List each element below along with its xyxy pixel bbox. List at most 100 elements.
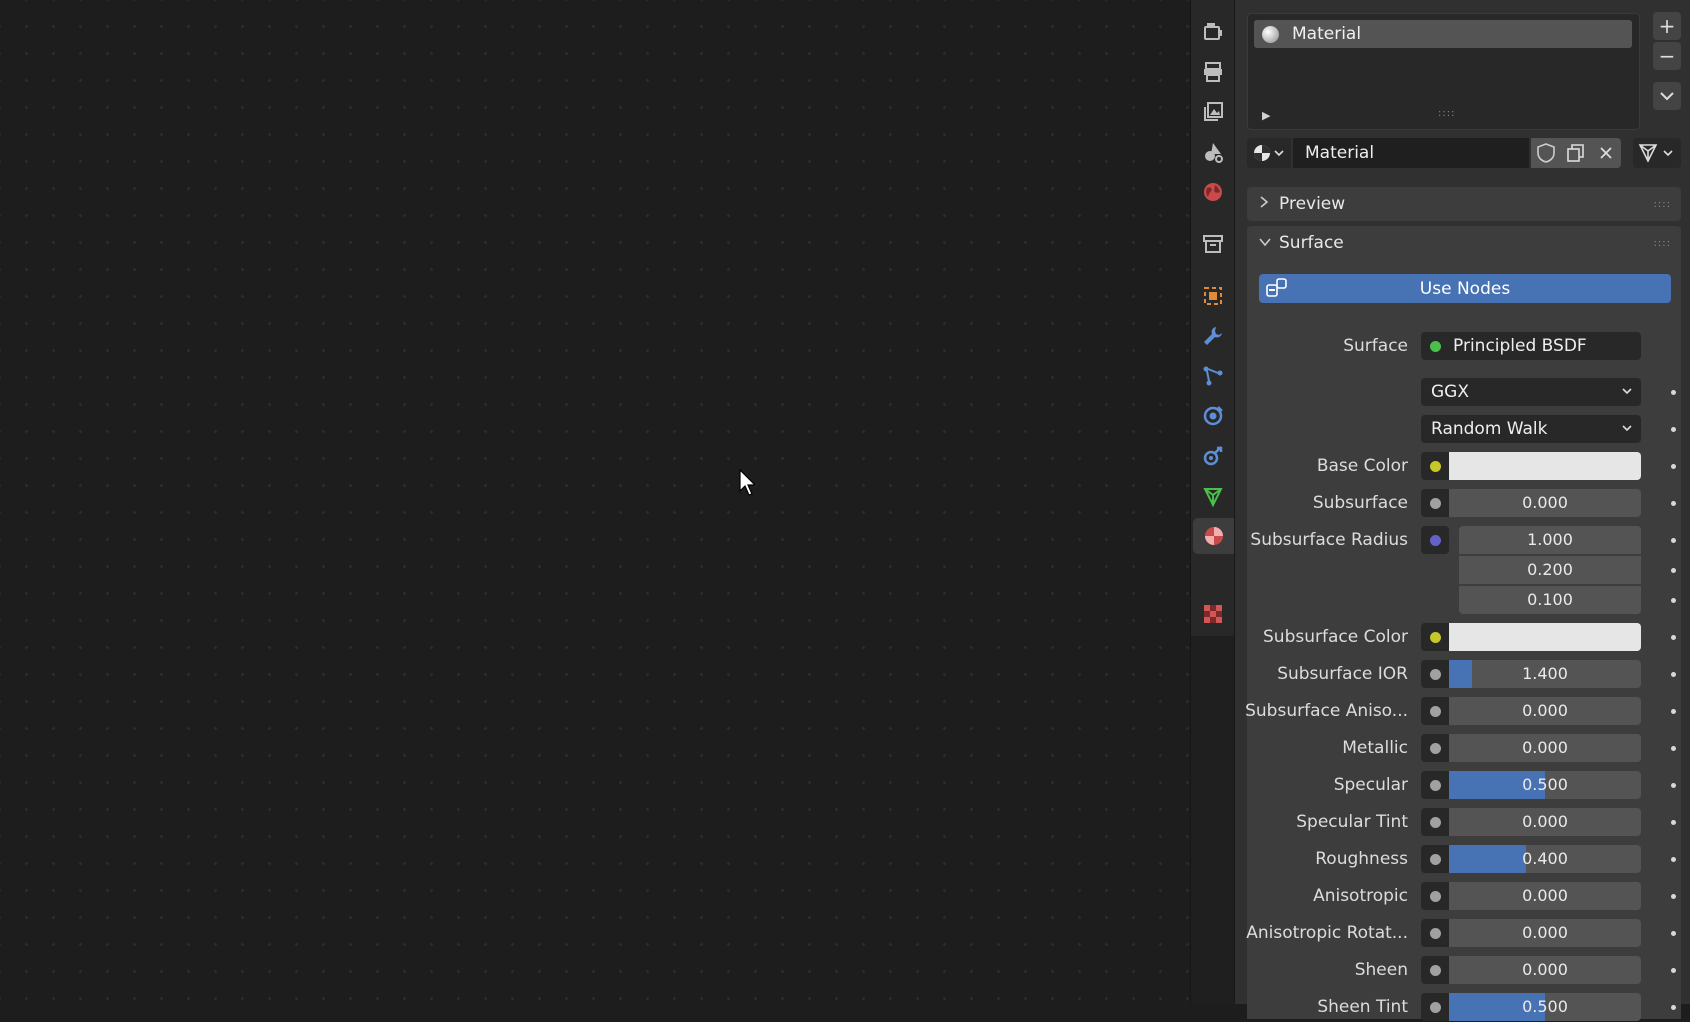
socket-link-button[interactable] — [1421, 660, 1449, 688]
subsurface-method-dropdown[interactable]: Random Walk — [1421, 415, 1641, 443]
remove-slot-button[interactable]: − — [1653, 42, 1681, 70]
tab-constraints[interactable] — [1195, 438, 1231, 474]
keyframe-dot[interactable] — [1671, 464, 1676, 469]
socket-link-button[interactable] — [1421, 956, 1449, 984]
tab-world[interactable] — [1195, 174, 1231, 210]
keyframe-dot[interactable] — [1671, 894, 1676, 899]
keyframe-dot[interactable] — [1671, 783, 1676, 788]
use-nodes-label: Use Nodes — [1419, 278, 1511, 299]
tab-particles[interactable] — [1195, 358, 1231, 394]
subsurface-radius-y-field[interactable]: 0.200 — [1459, 556, 1641, 584]
add-slot-button[interactable]: + — [1653, 12, 1681, 40]
tab-output[interactable] — [1195, 54, 1231, 90]
specular-tint-slider[interactable]: 0.000 — [1449, 808, 1641, 836]
socket-link-button[interactable] — [1421, 734, 1449, 762]
anisotropic-rotation-row: Anisotropic Rotat... 0.000 — [1246, 918, 1681, 948]
keyframe-dot[interactable] — [1671, 1005, 1676, 1010]
keyframe-dot[interactable] — [1671, 931, 1676, 936]
drag-grip-icon[interactable]: :::: — [1654, 238, 1671, 249]
subsurface-radius-row: Subsurface Radius 1.000 — [1247, 525, 1681, 555]
keyframe-dot[interactable] — [1671, 635, 1676, 640]
keyframe-dot[interactable] — [1671, 427, 1676, 432]
output-icon — [1204, 62, 1222, 82]
surface-shader-field[interactable]: Principled BSDF — [1421, 332, 1641, 360]
use-nodes-button[interactable]: Use Nodes — [1259, 274, 1671, 303]
sheen-slider[interactable]: 0.000 — [1449, 956, 1641, 984]
browse-material-button[interactable] — [1247, 138, 1291, 168]
tab-collection[interactable] — [1195, 226, 1231, 262]
tab-modifiers[interactable] — [1195, 318, 1231, 354]
tab-physics[interactable] — [1195, 398, 1231, 434]
tab-render[interactable] — [1195, 14, 1231, 50]
unlink-material-button[interactable] — [1591, 138, 1621, 168]
subsurface-aniso-slider[interactable]: 0.000 — [1449, 697, 1641, 725]
material-slot-item[interactable]: Material — [1254, 20, 1632, 48]
socket-link-button[interactable] — [1421, 623, 1449, 651]
keyframe-dot[interactable] — [1671, 968, 1676, 973]
drag-grip-icon[interactable]: :::: — [1654, 199, 1671, 210]
keyframe-dot[interactable] — [1671, 746, 1676, 751]
roughness-slider[interactable]: 0.400 — [1449, 845, 1641, 873]
tab-material[interactable] — [1193, 518, 1235, 554]
resize-grip[interactable]: :::: — [1438, 108, 1455, 119]
specular-label: Specular — [1333, 775, 1408, 795]
slot-specials-button[interactable] — [1653, 82, 1681, 110]
surface-shader-value: Principled BSDF — [1453, 336, 1587, 356]
subsurface-slider[interactable]: 0.000 — [1449, 489, 1641, 517]
socket-link-button[interactable] — [1421, 489, 1449, 517]
distribution-dropdown[interactable]: GGX — [1421, 378, 1641, 406]
keyframe-dot[interactable] — [1671, 390, 1676, 395]
metallic-slider[interactable]: 0.000 — [1449, 734, 1641, 762]
specular-slider[interactable]: 0.500 — [1449, 771, 1641, 799]
socket-link-button[interactable] — [1421, 845, 1449, 873]
socket-link-button[interactable] — [1421, 993, 1449, 1021]
socket-link-button[interactable] — [1421, 697, 1449, 725]
socket-link-button[interactable] — [1421, 882, 1449, 910]
anisotropic-slider[interactable]: 0.000 — [1449, 882, 1641, 910]
sheen-tint-value: 0.500 — [1522, 997, 1568, 1016]
keyframe-dot[interactable] — [1671, 857, 1676, 862]
subsurface-color-swatch[interactable] — [1449, 623, 1641, 651]
subsurface-ior-slider[interactable]: 1.400 — [1449, 660, 1641, 688]
duplicate-material-button[interactable] — [1561, 138, 1591, 168]
tab-object[interactable] — [1195, 278, 1231, 314]
anisotropic-rotation-value: 0.000 — [1522, 923, 1568, 942]
base-color-swatch[interactable] — [1449, 452, 1641, 480]
keyframe-dot[interactable] — [1671, 820, 1676, 825]
keyframe-dot[interactable] — [1671, 598, 1676, 603]
keyframe-dot[interactable] — [1671, 568, 1676, 573]
socket-link-button[interactable] — [1421, 771, 1449, 799]
socket-link-button[interactable] — [1421, 808, 1449, 836]
material-slot-label: Material — [1292, 24, 1362, 44]
keyframe-dot[interactable] — [1671, 501, 1676, 506]
socket-link-button[interactable] — [1421, 452, 1449, 480]
subsurface-aniso-label: Subsurface Aniso... — [1245, 701, 1408, 721]
keyframe-dot[interactable] — [1671, 672, 1676, 677]
sheen-label: Sheen — [1354, 960, 1408, 980]
tab-texture[interactable] — [1195, 596, 1231, 632]
metallic-row: Metallic 0.000 — [1247, 733, 1681, 763]
socket-link-button[interactable] — [1421, 919, 1449, 947]
preview-section-header[interactable]: Preview :::: — [1247, 187, 1681, 221]
surface-shader-row: Surface Principled BSDF — [1247, 331, 1681, 361]
material-slot-list[interactable]: Material ▶ :::: — [1247, 13, 1640, 130]
tab-view-layer[interactable] — [1195, 94, 1231, 130]
keyframe-dot[interactable] — [1671, 709, 1676, 714]
keyframe-dot[interactable] — [1671, 538, 1676, 543]
anisotropic-rotation-slider[interactable]: 0.000 — [1449, 919, 1641, 947]
vector-socket-icon — [1429, 534, 1441, 546]
subsurface-radius-x-field[interactable]: 1.000 — [1459, 526, 1641, 554]
material-name-field[interactable]: Material — [1293, 138, 1529, 168]
surface-section-header[interactable]: Surface :::: — [1247, 226, 1681, 260]
editor-area[interactable] — [0, 0, 1190, 1004]
world-icon — [1204, 183, 1222, 201]
fake-user-button[interactable] — [1531, 138, 1561, 168]
tab-object-data[interactable] — [1195, 478, 1231, 514]
link-mode-button[interactable] — [1633, 138, 1681, 168]
subsurface-radius-z-field[interactable]: 0.100 — [1459, 586, 1641, 614]
chevron-down-icon — [1622, 425, 1632, 432]
socket-link-button[interactable] — [1421, 526, 1449, 554]
expand-arrow-icon[interactable]: ▶ — [1262, 109, 1270, 122]
tab-scene[interactable] — [1195, 134, 1231, 170]
sheen-tint-slider[interactable]: 0.500 — [1449, 993, 1641, 1021]
